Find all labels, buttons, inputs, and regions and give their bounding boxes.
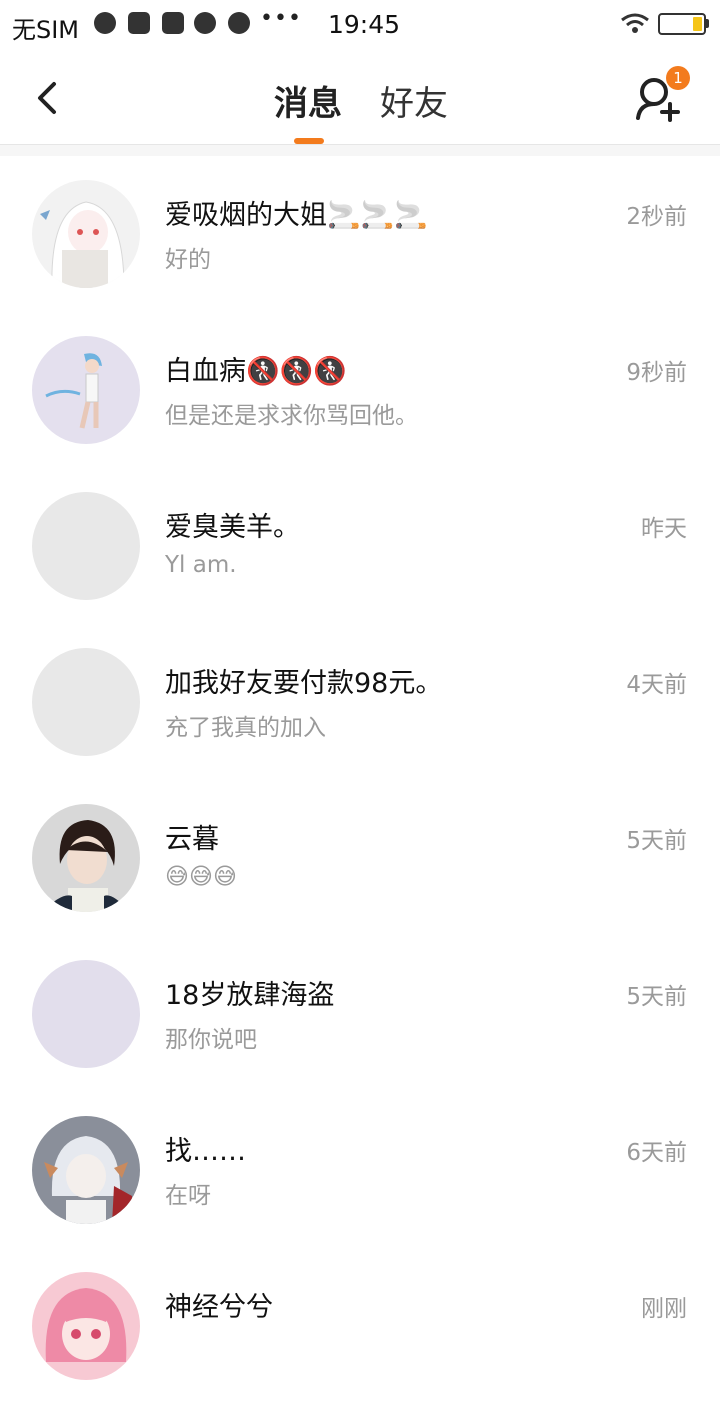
anime-figure-avatar[interactable]	[32, 336, 140, 444]
message-preview: 充了我真的加入	[165, 715, 326, 741]
message-preview: 但是还是求求你骂回他。	[165, 403, 418, 429]
anime-white-hair-avatar[interactable]	[32, 180, 140, 288]
contact-name: 加我好友要付款98元。	[165, 668, 443, 699]
contact-name: 云暮	[165, 824, 219, 855]
carrier-label: 无SIM	[12, 16, 80, 44]
conversation-item[interactable]: 18岁放肆海盗 那你说吧 5天前	[0, 936, 720, 1092]
back-icon[interactable]	[26, 72, 70, 122]
divider	[0, 144, 720, 156]
conversation-item[interactable]: 找…… 在呀 6天前	[0, 1092, 720, 1248]
cat-app-icon-2	[228, 12, 250, 34]
conversation-item[interactable]: 神经兮兮 刚刚	[0, 1248, 720, 1404]
timestamp: 9秒前	[626, 360, 687, 386]
message-preview: Yl am.	[165, 552, 237, 578]
friend-request-badge: 1	[666, 66, 690, 90]
pink-hair-avatar[interactable]	[32, 1272, 140, 1380]
wifi-icon	[621, 13, 649, 33]
tab-messages[interactable]: 消息	[274, 76, 342, 125]
timestamp: 4天前	[626, 672, 687, 698]
conversation-item[interactable]: 爱吸烟的大姐🚬🚬🚬 好的 2秒前	[0, 156, 720, 312]
conversation-list: 爱吸烟的大姐🚬🚬🚬 好的 2秒前 白血病🚷🚷🚷 但是还是求求你骂回他。 9秒前 …	[0, 156, 720, 1404]
contact-name: 18岁放肆海盗	[165, 980, 335, 1011]
tab-friends[interactable]: 好友	[380, 76, 448, 125]
timestamp: 6天前	[626, 1140, 687, 1166]
more-notifications-icon: •••	[260, 6, 302, 31]
timestamp: 2秒前	[626, 204, 687, 230]
message-preview: 在呀	[165, 1183, 211, 1209]
lavender-avatar[interactable]	[32, 960, 140, 1068]
contact-name: 白血病🚷🚷🚷	[165, 356, 347, 387]
blank-avatar[interactable]	[32, 492, 140, 600]
dark-hair-boy-avatar[interactable]	[32, 804, 140, 912]
contact-name: 神经兮兮	[165, 1292, 273, 1323]
silver-hair-horns-avatar[interactable]	[32, 1116, 140, 1224]
s-app-icon	[162, 12, 184, 34]
top-nav: 消息 好友 1	[0, 52, 720, 144]
conversation-item[interactable]: 爱臭美羊。 Yl am. 昨天	[0, 468, 720, 624]
timestamp: 刚刚	[641, 1296, 687, 1322]
contact-name: 爱吸烟的大姐🚬🚬🚬	[165, 200, 428, 231]
conversation-item[interactable]: 白血病🚷🚷🚷 但是还是求求你骂回他。 9秒前	[0, 312, 720, 468]
timestamp: 昨天	[641, 516, 687, 542]
video-app-icon	[128, 12, 150, 34]
message-preview: 好的	[165, 247, 211, 273]
contact-name: 爱臭美羊。	[165, 512, 300, 543]
conversation-item[interactable]: 云暮 😅😅😅 5天前	[0, 780, 720, 936]
clock: 19:45	[328, 10, 401, 39]
status-bar: 无SIM ••• 19:45	[0, 0, 720, 52]
timestamp: 5天前	[626, 828, 687, 854]
message-preview: 那你说吧	[165, 1027, 257, 1053]
cat-app-icon	[194, 12, 216, 34]
message-preview: 😅😅😅	[165, 864, 237, 890]
browser-icon	[94, 12, 116, 34]
timestamp: 5天前	[626, 984, 687, 1010]
battery-icon	[658, 13, 706, 35]
blank-avatar[interactable]	[32, 648, 140, 756]
contact-name: 找……	[165, 1136, 246, 1167]
conversation-item[interactable]: 加我好友要付款98元。 充了我真的加入 4天前	[0, 624, 720, 780]
